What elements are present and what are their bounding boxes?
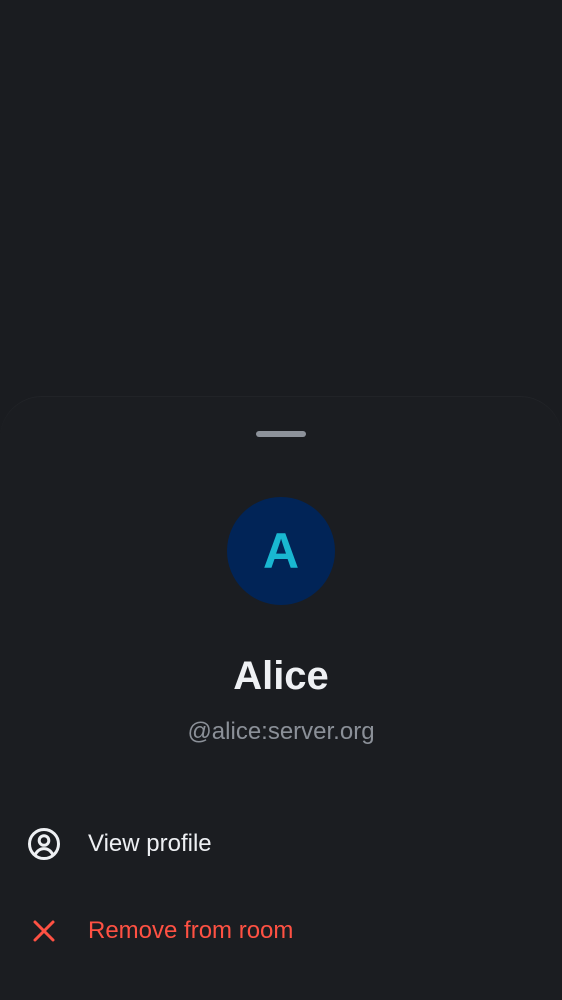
member-display-name: Alice [233, 654, 329, 698]
view-profile-label: View profile [88, 830, 212, 857]
member-user-id: @alice:server.org [187, 718, 375, 745]
drag-handle[interactable] [256, 431, 306, 437]
remove-from-room-button[interactable]: Remove from room [0, 891, 562, 971]
user-profile-icon [26, 826, 62, 862]
view-profile-button[interactable]: View profile [0, 804, 562, 884]
remove-from-room-label: Remove from room [88, 917, 294, 944]
avatar: A [227, 497, 335, 605]
close-icon [26, 913, 62, 949]
avatar-initial: A [262, 523, 300, 579]
member-bottom-sheet: A Alice @alice:server.org View profile R… [0, 397, 562, 1000]
